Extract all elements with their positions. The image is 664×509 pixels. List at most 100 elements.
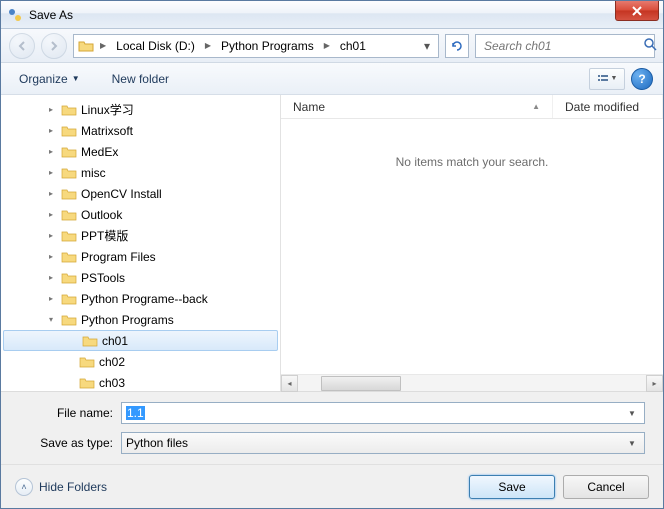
expand-icon[interactable]: ▸	[45, 189, 57, 198]
arrow-right-icon	[49, 41, 59, 51]
save-type-value: Python files	[126, 436, 188, 450]
column-name[interactable]: Name ▲	[281, 95, 553, 118]
chevron-right-icon[interactable]: ▶	[203, 41, 213, 50]
tree-item[interactable]: ch01	[3, 330, 278, 351]
folder-icon	[61, 186, 77, 202]
list-view-icon	[597, 73, 609, 85]
expand-icon[interactable]: ▸	[45, 273, 57, 282]
hide-folders-button[interactable]: ˄ Hide Folders	[15, 478, 107, 496]
nav-bar: ▶ Local Disk (D:) ▶ Python Programs ▶ ch…	[1, 29, 663, 63]
chevron-down-icon[interactable]: ▼	[624, 439, 640, 448]
app-icon	[7, 7, 23, 23]
file-name-field[interactable]: 1.1 ▼	[121, 402, 645, 424]
horizontal-scrollbar[interactable]: ◂ ▸	[281, 374, 663, 391]
tree-item-label: ch02	[99, 355, 125, 369]
refresh-icon	[450, 39, 464, 53]
tree-item[interactable]: ▸Matrixsoft	[1, 120, 280, 141]
tree-item[interactable]: ch03	[1, 372, 280, 391]
content-area: ▸Linux学习▸Matrixsoft▸MedEx▸misc▸OpenCV In…	[1, 95, 663, 391]
expand-icon[interactable]: ▸	[45, 126, 57, 135]
folder-icon	[61, 102, 77, 118]
scroll-right-button[interactable]: ▸	[646, 375, 663, 392]
chevron-right-icon[interactable]: ▶	[322, 41, 332, 50]
save-type-field[interactable]: Python files ▼	[121, 432, 645, 454]
folder-icon	[61, 312, 77, 328]
tree-item[interactable]: ▸ PSTools	[1, 267, 280, 288]
file-list-pane: Name ▲ Date modified No items match your…	[281, 95, 663, 391]
file-name-label: File name:	[11, 406, 121, 420]
column-date[interactable]: Date modified	[553, 95, 663, 118]
tree-item-label: Python Programs	[81, 313, 174, 327]
chevron-down-icon: ▼	[72, 74, 80, 83]
tree-item-label: ch01	[102, 334, 128, 348]
expand-icon[interactable]: ▸	[45, 252, 57, 261]
help-button[interactable]: ?	[631, 68, 653, 90]
list-header: Name ▲ Date modified	[281, 95, 663, 119]
toolbar: Organize ▼ New folder ▼ ?	[1, 63, 663, 95]
scroll-thumb[interactable]	[321, 376, 401, 391]
breadcrumb-item[interactable]: Python Programs	[215, 37, 320, 55]
folder-icon	[61, 165, 77, 181]
expand-icon[interactable]: ▸	[45, 294, 57, 303]
address-dropdown[interactable]: ▾	[420, 37, 434, 55]
expand-icon[interactable]: ▾	[45, 315, 57, 324]
tree-item[interactable]: ▸Linux学习	[1, 99, 280, 120]
breadcrumb-item[interactable]: ch01	[334, 37, 372, 55]
close-icon	[632, 6, 642, 16]
tree-item-label: ch03	[99, 376, 125, 390]
search-input[interactable]	[482, 38, 643, 54]
tree-item-label: Program Files	[81, 250, 156, 264]
tree-item-label: misc	[81, 166, 106, 180]
folder-tree[interactable]: ▸Linux学习▸Matrixsoft▸MedEx▸misc▸OpenCV In…	[1, 95, 281, 391]
expand-icon[interactable]: ▸	[45, 210, 57, 219]
empty-message: No items match your search.	[281, 119, 663, 374]
nav-forward-button[interactable]	[41, 33, 67, 59]
expand-icon[interactable]: ▸	[45, 168, 57, 177]
nav-back-button[interactable]	[9, 33, 35, 59]
tree-item-label: Python Programe--back	[81, 292, 208, 306]
cancel-button[interactable]: Cancel	[563, 475, 649, 499]
save-button[interactable]: Save	[469, 475, 555, 499]
tree-item[interactable]: ▸ MedEx	[1, 141, 280, 162]
arrow-left-icon	[17, 41, 27, 51]
chevron-right-icon[interactable]: ▶	[98, 41, 108, 50]
expand-icon[interactable]: ▸	[45, 147, 57, 156]
expand-icon[interactable]: ▸	[45, 231, 57, 240]
expand-icon[interactable]: ▸	[45, 105, 57, 114]
tree-item[interactable]: ▸ OpenCV Install	[1, 183, 280, 204]
folder-icon	[78, 38, 94, 54]
address-bar[interactable]: ▶ Local Disk (D:) ▶ Python Programs ▶ ch…	[73, 34, 439, 58]
search-icon[interactable]	[643, 37, 657, 54]
view-options-button[interactable]: ▼	[589, 68, 625, 90]
tree-item[interactable]: ▸ Python Programe--back	[1, 288, 280, 309]
sort-asc-icon: ▲	[532, 102, 540, 111]
refresh-button[interactable]	[445, 34, 469, 58]
tree-item[interactable]: ▸ Outlook	[1, 204, 280, 225]
tree-item[interactable]: ▸ Program Files	[1, 246, 280, 267]
tree-item-label: OpenCV Install	[81, 187, 162, 201]
tree-item-label: PSTools	[81, 271, 125, 285]
action-bar: ˄ Hide Folders Save Cancel	[1, 464, 663, 508]
close-button[interactable]	[615, 1, 659, 21]
chevron-down-icon[interactable]: ▼	[624, 409, 640, 418]
scroll-left-button[interactable]: ◂	[281, 375, 298, 392]
folder-icon	[61, 144, 77, 160]
tree-item-label: Outlook	[81, 208, 122, 222]
search-box[interactable]	[475, 34, 655, 58]
help-icon: ?	[638, 72, 645, 86]
tree-item[interactable]: ch02	[1, 351, 280, 372]
tree-item-label: PPT模版	[81, 227, 128, 244]
window-title: Save As	[29, 8, 73, 22]
chevron-down-icon: ▼	[611, 75, 618, 82]
title-bar: Save As	[1, 1, 663, 29]
file-name-value[interactable]: 1.1	[126, 406, 145, 420]
tree-item[interactable]: ▸ misc	[1, 162, 280, 183]
new-folder-button[interactable]: New folder	[104, 68, 177, 90]
breadcrumb-item[interactable]: Local Disk (D:)	[110, 37, 201, 55]
folder-icon	[61, 291, 77, 307]
tree-item-label: MedEx	[81, 145, 118, 159]
tree-item[interactable]: ▾ Python Programs	[1, 309, 280, 330]
file-fields: File name: 1.1 ▼ Save as type: Python fi…	[1, 391, 663, 464]
tree-item[interactable]: ▸ PPT模版	[1, 225, 280, 246]
organize-button[interactable]: Organize ▼	[11, 68, 88, 90]
